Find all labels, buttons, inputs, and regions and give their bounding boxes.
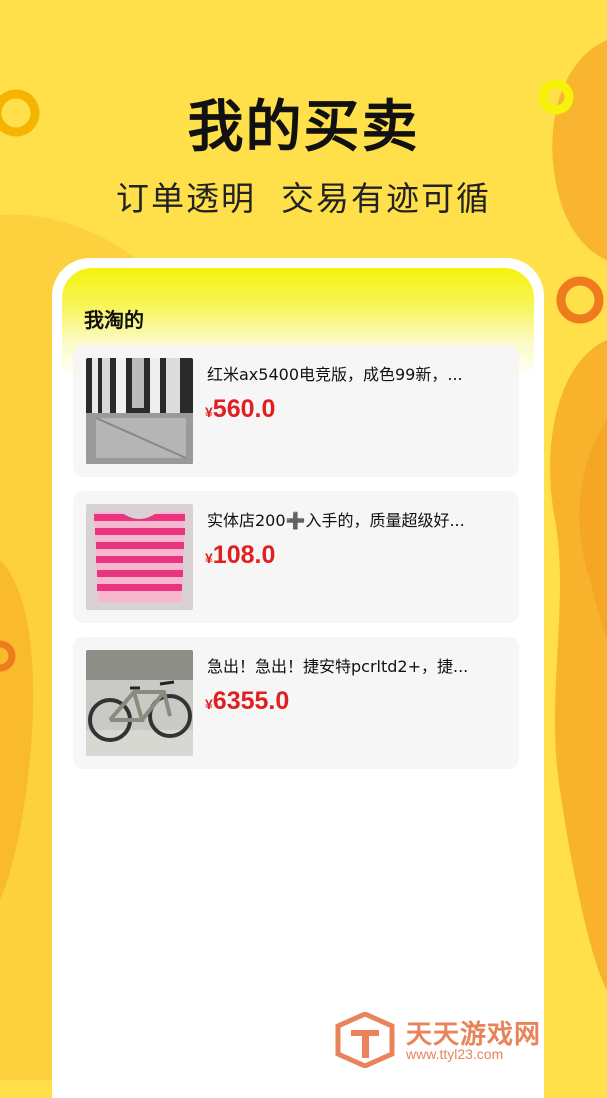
hero-subtitle: 订单透明 交易有迹可循	[116, 179, 491, 218]
item-price: ¥6355.0	[205, 687, 289, 716]
price-value: 560.0	[212, 395, 276, 423]
phone-frame: 我淘的 红米ax5400电竞版，成色99新，... ¥560.0 实体店200➕…	[52, 258, 544, 1098]
list-item[interactable]: 红米ax5400电竞版，成色99新，... ¥560.0	[73, 345, 519, 477]
item-price: ¥560.0	[205, 395, 275, 424]
watermark-logo-icon	[335, 1012, 395, 1068]
price-value: 6355.0	[212, 687, 290, 715]
list-item[interactable]: 实体店200➕入手的，质量超级好... ¥108.0	[73, 491, 519, 623]
item-thumbnail	[86, 358, 193, 464]
hero-title: 我的买卖	[187, 95, 420, 160]
phone-screen: 我淘的 红米ax5400电竞版，成色99新，... ¥560.0 实体店200➕…	[62, 268, 534, 1098]
item-price: ¥108.0	[205, 541, 275, 570]
list-item[interactable]: 急出！急出！捷安特pcrltd2+，捷... ¥6355.0	[73, 637, 519, 769]
item-title: 红米ax5400电竞版，成色99新，...	[207, 365, 463, 384]
item-thumbnail	[86, 650, 193, 756]
order-list: 红米ax5400电竞版，成色99新，... ¥560.0 实体店200➕入手的，…	[73, 345, 519, 783]
page-title: 我淘的	[84, 308, 144, 332]
price-value: 108.0	[212, 541, 276, 569]
watermark: 天天游戏网 www.ttyl23.com	[334, 1012, 564, 1072]
item-title: 急出！急出！捷安特pcrltd2+，捷...	[207, 657, 469, 676]
currency-symbol: ¥	[205, 550, 213, 566]
item-title: 实体店200➕入手的，质量超级好...	[207, 511, 465, 530]
currency-symbol: ¥	[205, 404, 213, 420]
watermark-url: www.ttyl23.com	[406, 1046, 504, 1062]
item-thumbnail	[86, 504, 193, 610]
currency-symbol: ¥	[205, 696, 213, 712]
